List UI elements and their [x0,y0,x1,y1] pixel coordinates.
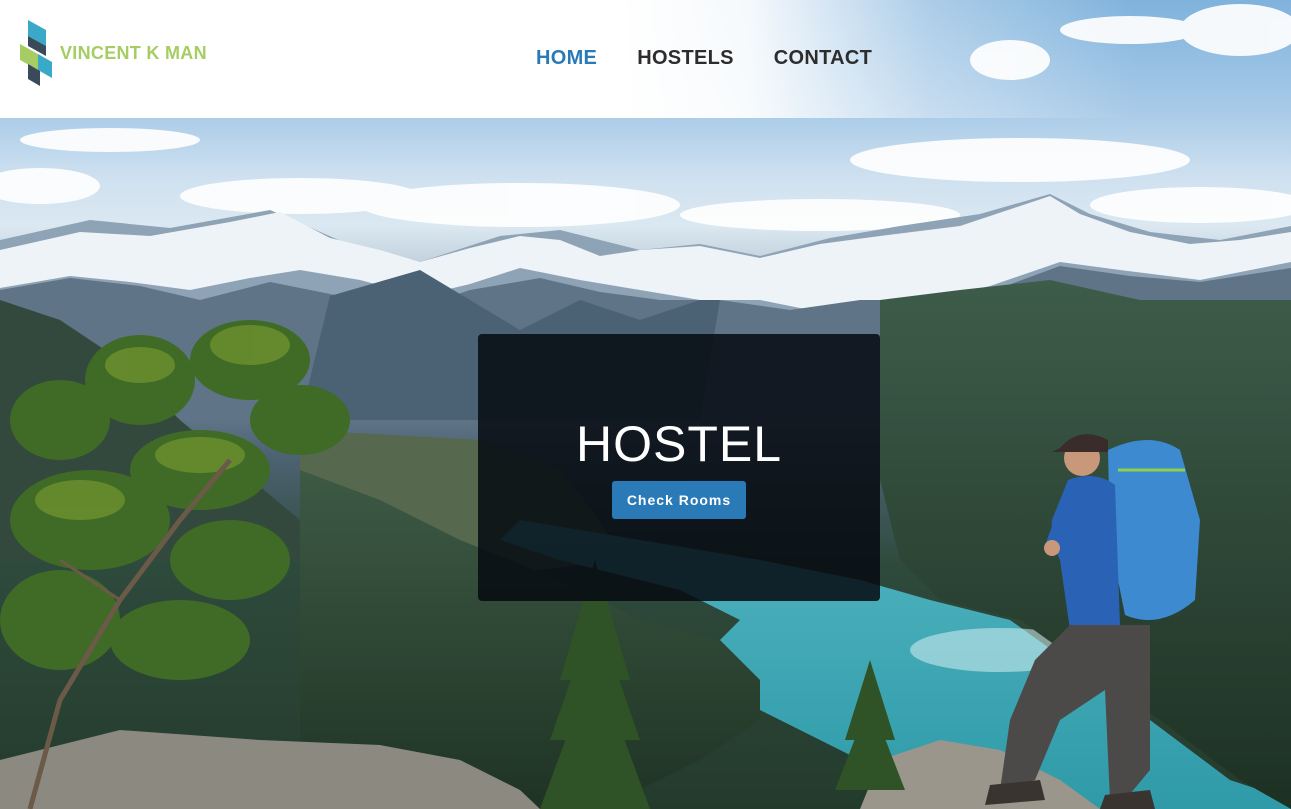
hero-title: HOSTEL [575,416,783,472]
hero-card: HOSTEL Check Rooms [478,334,880,601]
nav-item-contact[interactable]: CONTACT [774,47,872,70]
brand-name: VINCENT K MAN [60,42,207,63]
check-rooms-button[interactable]: Check Rooms [611,481,747,519]
nav-item-hostels[interactable]: HOSTELS [637,47,734,70]
site-header: VINCENT K MAN HOME HOSTELS CONTACT [0,0,1291,118]
vk-ribbon-logo-icon [20,20,52,86]
brand-logo-link[interactable]: VINCENT K MAN [20,20,207,86]
main-nav: HOME HOSTELS CONTACT [536,47,912,70]
nav-item-home[interactable]: HOME [536,47,597,70]
